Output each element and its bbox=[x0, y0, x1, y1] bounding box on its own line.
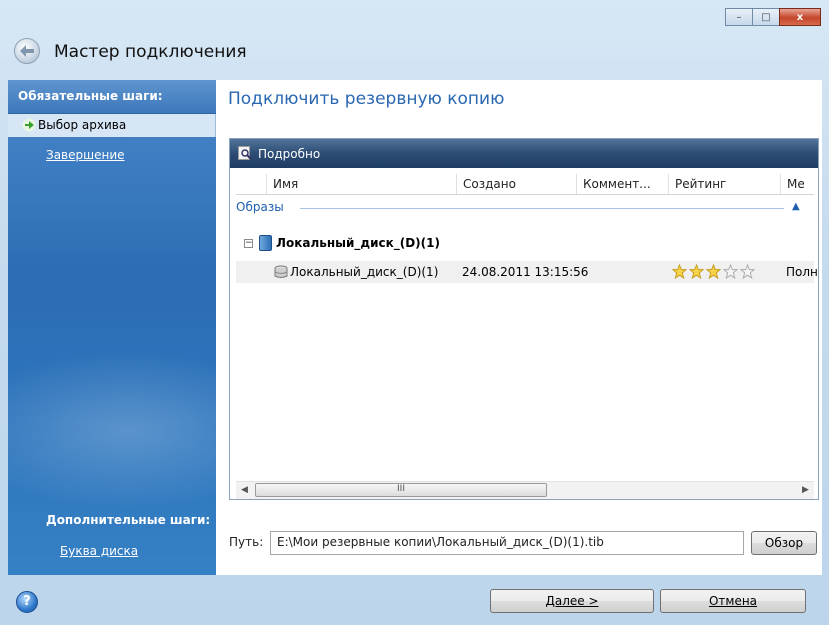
back-arrow-icon bbox=[20, 45, 34, 57]
disk-image-icon bbox=[274, 265, 288, 278]
window-controls: – □ x bbox=[725, 8, 821, 28]
minimize-icon: – bbox=[736, 11, 742, 23]
group-divider bbox=[300, 208, 784, 209]
minimize-button[interactable]: – bbox=[725, 8, 753, 26]
row-method: Полн bbox=[786, 265, 818, 279]
panel-title: Подробно bbox=[258, 147, 321, 161]
sidebar-decoration bbox=[8, 350, 216, 510]
scroll-left-icon[interactable]: ◀ bbox=[236, 482, 253, 499]
back-button[interactable] bbox=[14, 38, 40, 64]
scroll-right-icon[interactable]: ▶ bbox=[797, 482, 814, 499]
step-select-archive[interactable]: Выбор архива bbox=[8, 114, 216, 137]
path-row: Путь: E:\Мои резервные копии\Локальный_д… bbox=[229, 531, 819, 555]
current-step-arrow-icon bbox=[22, 118, 36, 132]
column-name[interactable]: Имя bbox=[266, 174, 456, 194]
cancel-button[interactable]: Отмена bbox=[660, 589, 806, 613]
page-title: Подключить резервную копию bbox=[228, 89, 505, 109]
column-comment[interactable]: Коммент... bbox=[576, 174, 668, 194]
collapse-node-icon[interactable]: − bbox=[244, 238, 253, 248]
tree-node-local-disk[interactable]: − Локальный_диск_(D)(1) bbox=[244, 234, 440, 252]
table-row[interactable]: Локальный_диск_(D)(1) 24.08.2011 13:15:5… bbox=[236, 261, 818, 283]
close-icon: x bbox=[796, 11, 804, 23]
star-filled-icon[interactable] bbox=[689, 264, 704, 279]
next-button-label: Далее > bbox=[545, 594, 599, 608]
browse-button[interactable]: Обзор bbox=[751, 531, 817, 555]
title-bar: Мастер подключения – □ x bbox=[0, 0, 829, 80]
star-filled-icon[interactable] bbox=[672, 264, 687, 279]
help-icon[interactable]: ? bbox=[16, 591, 38, 613]
main-pane: Подключить резервную копию Подробно Имя … bbox=[216, 80, 822, 575]
step-finish[interactable]: Завершение bbox=[46, 148, 125, 162]
archive-details-panel: Подробно Имя Создано Коммент... Рейтинг … bbox=[229, 138, 819, 500]
wizard-window: Мастер подключения – □ x Обязательные ша… bbox=[0, 0, 829, 625]
next-button[interactable]: Далее > bbox=[490, 589, 654, 613]
optional-steps-header: Дополнительные шаги: bbox=[46, 513, 211, 527]
column-created[interactable]: Создано bbox=[456, 174, 576, 194]
row-created: 24.08.2011 13:15:56 bbox=[462, 265, 589, 279]
step-select-archive-label: Выбор архива bbox=[38, 118, 127, 132]
panel-header: Подробно bbox=[230, 139, 818, 168]
star-empty-icon[interactable] bbox=[723, 264, 738, 279]
row-name: Локальный_диск_(D)(1) bbox=[290, 265, 439, 279]
window-title: Мастер подключения bbox=[54, 42, 247, 62]
collapse-caret-icon[interactable]: ▲ bbox=[792, 201, 800, 212]
required-steps-label: Обязательные шаги: bbox=[18, 89, 163, 103]
column-headers: Имя Создано Коммент... Рейтинг Ме bbox=[236, 174, 814, 195]
column-method[interactable]: Ме bbox=[780, 174, 814, 194]
maximize-icon: □ bbox=[761, 11, 771, 23]
group-images[interactable]: Образы ▲ bbox=[236, 200, 814, 216]
column-rating[interactable]: Рейтинг bbox=[668, 174, 780, 194]
required-steps-header: Обязательные шаги: bbox=[8, 80, 216, 114]
close-button[interactable]: x bbox=[779, 8, 821, 26]
steps-sidebar: Обязательные шаги: Выбор архива Завершен… bbox=[8, 80, 216, 575]
archive-icon bbox=[259, 235, 272, 251]
rating-stars[interactable] bbox=[672, 264, 757, 279]
details-icon bbox=[238, 146, 252, 160]
star-empty-icon[interactable] bbox=[740, 264, 755, 279]
path-label: Путь: bbox=[229, 535, 264, 549]
tree-node-label: Локальный_диск_(D)(1) bbox=[276, 236, 440, 250]
step-drive-letter[interactable]: Буква диска bbox=[60, 544, 138, 558]
cancel-button-label: Отмена bbox=[708, 594, 758, 608]
group-images-label: Образы bbox=[236, 200, 284, 214]
maximize-button[interactable]: □ bbox=[752, 8, 780, 26]
scroll-thumb[interactable]: III bbox=[255, 483, 547, 497]
horizontal-scrollbar[interactable]: ◀ III ▶ bbox=[236, 481, 814, 499]
star-filled-icon[interactable] bbox=[706, 264, 721, 279]
path-input[interactable]: E:\Мои резервные копии\Локальный_диск_(D… bbox=[270, 531, 744, 555]
